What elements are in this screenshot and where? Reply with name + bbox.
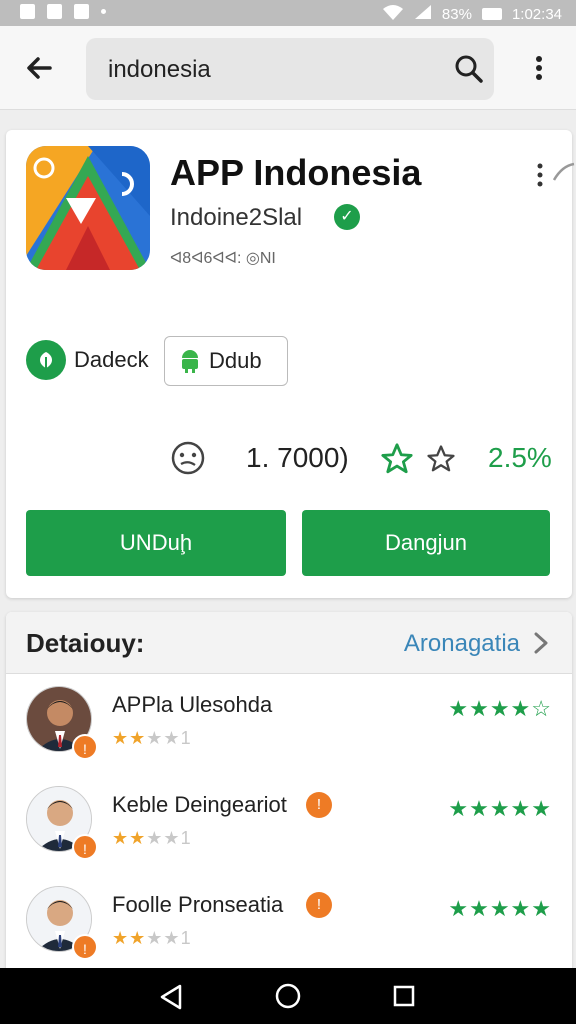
notification-icon bbox=[20, 4, 35, 19]
review-stars-suffix: 1 bbox=[180, 928, 192, 948]
system-nav-bar bbox=[0, 968, 576, 1024]
app-title: APP Indonesia bbox=[170, 152, 422, 193]
android-badge-label: Ddub bbox=[209, 348, 262, 373]
alert-badge-icon: ! bbox=[306, 892, 332, 918]
leaf-icon bbox=[26, 340, 66, 380]
search-icon bbox=[455, 55, 483, 83]
signal-icon bbox=[414, 4, 432, 24]
details-card: Detaiouy: Aronagatia ! APPla Ulesohda ★★… bbox=[6, 612, 572, 972]
search-toolbar: indonesia bbox=[0, 26, 576, 110]
square-recents-icon bbox=[393, 985, 415, 1007]
app-stats: 1. 7000) 2.5% bbox=[170, 440, 560, 480]
android-badge[interactable]: Ddub bbox=[164, 336, 288, 386]
more-vert-icon bbox=[536, 56, 542, 80]
review-stars: ★★★★1 bbox=[112, 828, 192, 848]
review-rating: ★★★★★ bbox=[448, 896, 552, 921]
search-button[interactable] bbox=[452, 52, 486, 86]
notification-dot-icon bbox=[101, 9, 106, 14]
star-outline-icon bbox=[426, 444, 456, 474]
notification-icon bbox=[74, 4, 89, 19]
more-vert-icon bbox=[537, 163, 543, 187]
details-title: Detaiouy: bbox=[26, 628, 145, 658]
review-stars: ★★★★1 bbox=[112, 928, 192, 948]
app-developer[interactable]: Indoine2Slal bbox=[170, 204, 302, 232]
circle-home-icon bbox=[275, 983, 301, 1009]
review-item[interactable]: ! Keble Deingeariot ! ★★★★1 ★★★★★ bbox=[6, 778, 572, 874]
nav-back-button[interactable] bbox=[156, 982, 186, 1012]
review-stars-suffix: 1 bbox=[180, 828, 192, 848]
app-card: APP Indonesia Indoine2Slal ✓ ᐊ8ᐊ6ᐊᐊ: ◎NI… bbox=[6, 130, 575, 598]
share-button[interactable] bbox=[552, 146, 576, 206]
secondary-action-button[interactable]: Dangjun bbox=[302, 510, 550, 576]
battery-icon bbox=[481, 8, 502, 20]
back-arrow-icon bbox=[27, 57, 52, 79]
overflow-menu-button[interactable] bbox=[524, 48, 554, 88]
reviewer-name: Foolle Pronseatia bbox=[112, 892, 284, 917]
verify-badge-label: Dadeck bbox=[74, 347, 149, 372]
alert-badge-icon: ! bbox=[306, 792, 332, 818]
status-notifications bbox=[20, 4, 106, 19]
user-badge-icon: ! bbox=[72, 734, 98, 760]
search-input[interactable]: indonesia bbox=[86, 38, 494, 100]
battery-percent: 83% bbox=[441, 5, 472, 23]
app-meta: ᐊ8ᐊ6ᐊᐊ: ◎NI bbox=[170, 250, 276, 267]
review-stars: ★★★★1 bbox=[112, 728, 192, 748]
install-button[interactable]: UNDuḩ bbox=[26, 510, 286, 576]
triangle-back-icon bbox=[160, 984, 182, 1010]
notification-icon bbox=[47, 4, 62, 19]
review-item[interactable]: ! Foolle Pronseatia ! ★★★★1 ★★★★★ bbox=[6, 878, 572, 972]
review-rating: ★★★★☆ bbox=[448, 696, 552, 721]
card-overflow-button[interactable] bbox=[530, 158, 550, 192]
app-icon[interactable] bbox=[26, 146, 150, 270]
smiley-icon bbox=[170, 440, 206, 476]
status-bar: 83% 1:02:34 bbox=[0, 0, 576, 26]
verify-badge[interactable]: Dadeck bbox=[26, 340, 149, 380]
reviewer-name: Keble Deingeariot bbox=[112, 792, 287, 817]
review-item[interactable]: ! APPla Ulesohda ★★★★1 ★★★★☆ bbox=[6, 678, 572, 774]
reviewer-name: APPla Ulesohda bbox=[112, 692, 273, 717]
user-badge-icon: ! bbox=[72, 934, 98, 960]
details-header: Detaiouy: Aronagatia bbox=[6, 612, 572, 674]
chevron-right-icon[interactable] bbox=[530, 630, 552, 656]
review-stars-suffix: 1 bbox=[180, 728, 192, 748]
status-system: 83% 1:02:34 bbox=[382, 3, 562, 25]
nav-recents-button[interactable] bbox=[392, 984, 416, 1008]
star-outline-icon bbox=[380, 442, 414, 476]
clock: 1:02:34 bbox=[511, 5, 562, 23]
user-badge-icon: ! bbox=[72, 834, 98, 860]
android-icon bbox=[182, 350, 198, 373]
search-query: indonesia bbox=[108, 56, 211, 83]
details-more-link[interactable]: Aronagatia bbox=[404, 630, 520, 658]
app-logo-icon bbox=[26, 146, 150, 270]
share-icon bbox=[552, 162, 575, 181]
wifi-icon bbox=[382, 3, 404, 25]
verified-icon: ✓ bbox=[334, 204, 360, 230]
rating-count: 1. 7000) bbox=[246, 442, 349, 473]
back-button[interactable] bbox=[20, 48, 60, 88]
review-rating: ★★★★★ bbox=[448, 796, 552, 821]
rating-percent: 2.5% bbox=[488, 442, 552, 473]
nav-home-button[interactable] bbox=[274, 982, 302, 1010]
